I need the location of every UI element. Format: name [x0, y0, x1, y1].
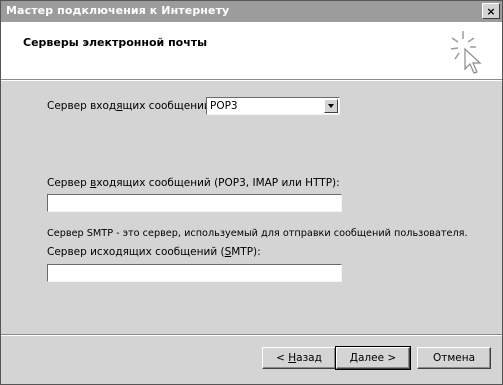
header-divider: [1, 79, 502, 81]
window-title: Мастер подключения к Интернету: [6, 4, 230, 17]
wizard-sparkle-cursor-icon: [450, 31, 482, 74]
chevron-down-icon[interactable]: [324, 99, 338, 113]
close-button[interactable]: ×: [482, 3, 500, 19]
next-button-label: Далее >: [349, 352, 397, 364]
wizard-header: Серверы электронной почты: [1, 22, 502, 79]
page-title: Серверы электронной почты: [23, 36, 208, 49]
incoming-type-label: Сервер входящих сообщений:: [47, 100, 215, 112]
incoming-server-type-value: POP3: [210, 100, 238, 112]
cancel-button-label: Отмена: [432, 352, 476, 364]
next-button[interactable]: Далее >: [335, 346, 411, 370]
close-icon: ×: [486, 4, 496, 18]
wizard-window: Мастер подключения к Интернету × Серверы…: [0, 0, 503, 385]
title-bar[interactable]: Мастер подключения к Интернету ×: [1, 1, 502, 22]
cancel-button[interactable]: Отмена: [417, 347, 491, 369]
incoming-server-type-select[interactable]: POP3: [206, 97, 340, 115]
incoming-server-label: Сервер входящих сообщений (POP3, IMAP ил…: [47, 177, 340, 189]
footer-divider: [1, 334, 502, 336]
outgoing-server-label: Сервер исходящих сообщений (SMTP):: [47, 246, 261, 258]
back-button-label: < Назад: [276, 352, 322, 364]
outgoing-server-input[interactable]: [47, 264, 342, 282]
incoming-server-input[interactable]: [47, 194, 342, 212]
back-button[interactable]: < Назад: [262, 347, 336, 369]
smtp-description: Сервер SMTP - это сервер, используемый д…: [47, 228, 468, 239]
